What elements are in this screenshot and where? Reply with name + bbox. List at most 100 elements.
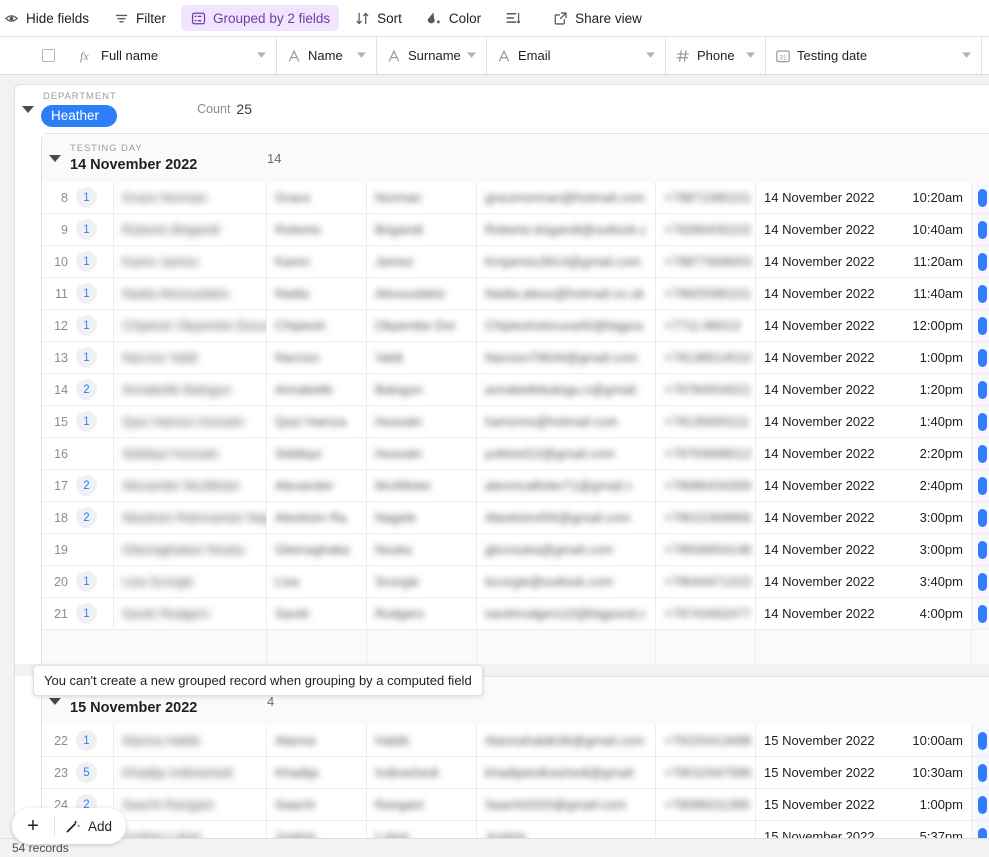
cell-full-name[interactable]: Siddiqui Hussain	[114, 438, 267, 469]
cell-testing-date[interactable]: 14 November 2022 2:20pm	[756, 438, 972, 469]
column-header-next-partial[interactable]	[982, 37, 989, 74]
column-header-email[interactable]: Email	[487, 37, 666, 74]
cell-full-name[interactable]: Roberto Brigandi	[114, 214, 267, 245]
expand-record-badge[interactable]: 1	[76, 411, 97, 432]
cell-phone[interactable]: +79086434309	[656, 470, 756, 501]
table-row[interactable]: 10 1 Karen James Karen James Kmjames3914@gmai…	[42, 246, 989, 278]
row-number-cell[interactable]: 12 1	[42, 310, 114, 341]
add-with-ai-button[interactable]: Add	[55, 818, 126, 834]
cell-next-partial[interactable]	[972, 534, 989, 565]
cell-phone[interactable]: +79138514010	[656, 342, 756, 373]
chevron-down-icon[interactable]	[254, 52, 268, 59]
group-header-day-1[interactable]: TESTING DAY 14 November 2022 14	[42, 134, 989, 182]
table-row[interactable]: 12 1 Chipiesh Okpembe Doruno Chipiesh Okpemb…	[42, 310, 989, 342]
cell-phone[interactable]: +7711-86013	[656, 310, 756, 341]
cell-email[interactable]: Chipiesholoruna40@bigpra	[477, 310, 656, 341]
cell-testing-date[interactable]: 14 November 2022 4:00pm	[756, 598, 972, 629]
cell-next-partial[interactable]	[972, 789, 989, 820]
row-number-cell[interactable]: 21 1	[42, 598, 114, 629]
cell-testing-date[interactable]: 14 November 2022 3:40pm	[756, 566, 972, 597]
cell-next-partial[interactable]	[972, 342, 989, 373]
cell-full-name[interactable]: Karen James	[114, 246, 267, 277]
cell-surname[interactable]: Indirashedi	[367, 757, 477, 788]
expand-record-badge[interactable]: 2	[76, 507, 97, 528]
cell-surname[interactable]: Hussain	[367, 406, 477, 437]
cell-surname[interactable]: Nagele	[367, 502, 477, 533]
cell-surname[interactable]: Scorgie	[367, 566, 477, 597]
add-record-button[interactable]: +	[12, 815, 54, 838]
expand-record-badge[interactable]: 1	[76, 283, 97, 304]
expand-record-badge[interactable]: 1	[76, 603, 97, 624]
column-header-testing-date[interactable]: 31 Testing date	[766, 37, 982, 74]
cell-surname[interactable]: Norman	[367, 182, 477, 213]
cell-email[interactable]: khadijaindirashedi@gmail	[477, 757, 656, 788]
cell-next-partial[interactable]	[972, 246, 989, 277]
cell-phone[interactable]: +79010347586	[656, 757, 756, 788]
cell-email[interactable]: sarahrodgers10@bigpond.c	[477, 598, 656, 629]
cell-full-name[interactable]: Narciso Valdi	[114, 342, 267, 373]
cell-full-name[interactable]: Chipiesh Okpembe Doruno	[114, 310, 267, 341]
column-header-phone[interactable]: Phone	[666, 37, 766, 74]
cell-name[interactable]: Sarah	[267, 598, 367, 629]
cell-surname[interactable]: Nsuka	[367, 534, 477, 565]
cell-email[interactable]: Kmjames3914@gmail.com	[477, 246, 656, 277]
table-row[interactable]: 16 Siddiqui Hussain Siddiqui Hussain yoktred…	[42, 438, 989, 470]
cell-email[interactable]: Narciso79634@gmail.com	[477, 342, 656, 373]
cell-next-partial[interactable]	[972, 182, 989, 213]
table-row[interactable]: 23 5 Khadija Indirashedi Khadija Indirashedi…	[42, 757, 989, 789]
cell-full-name[interactable]: Sarah Rodgers	[114, 598, 267, 629]
cell-name[interactable]: Narciso	[267, 342, 367, 373]
chevron-down-icon[interactable]	[354, 52, 368, 59]
cell-next-partial[interactable]	[972, 566, 989, 597]
table-row[interactable]: 15 1 Qazi Hamza Hussain Qazi Hamza Hussain ha…	[42, 406, 989, 438]
cell-surname[interactable]: Brigandi	[367, 214, 477, 245]
cell-testing-date[interactable]: 14 November 2022 1:00pm	[756, 342, 972, 373]
cell-full-name[interactable]: Qazi Hamza Hussain	[114, 406, 267, 437]
row-number-cell[interactable]: 23 5	[42, 757, 114, 788]
cell-testing-date[interactable]: 15 November 2022 10:00am	[756, 725, 972, 756]
cell-full-name[interactable]: Gbenaghakan Nsuka	[114, 534, 267, 565]
cell-email[interactable]: Abedoim456@gmail.com	[477, 502, 656, 533]
table-row[interactable]: 19 Gbenaghakan Nsuka Gbenaghaka Nsuka gbcnsu…	[42, 534, 989, 566]
cell-phone[interactable]: +79877608003	[656, 246, 756, 277]
cell-phone[interactable]	[656, 821, 756, 838]
cell-name[interactable]: Gbenaghaka	[267, 534, 367, 565]
row-number-cell[interactable]: 18 2	[42, 502, 114, 533]
cell-testing-date[interactable]: 14 November 2022 11:20am	[756, 246, 972, 277]
cell-testing-date[interactable]: 14 November 2022 3:00pm	[756, 502, 972, 533]
row-number-cell[interactable]: 81	[42, 182, 114, 213]
cell-testing-date[interactable]: 14 November 2022 2:40pm	[756, 470, 972, 501]
filter-button[interactable]: Filter	[104, 5, 175, 31]
row-number-cell[interactable]: 15 1	[42, 406, 114, 437]
cell-surname[interactable]: Rodgers	[367, 598, 477, 629]
table-row[interactable]: 25Justine LukasJustineLukasJustine15 Nov…	[42, 821, 989, 838]
cell-testing-date[interactable]: 14 November 2022 11:40am	[756, 278, 972, 309]
row-number-cell[interactable]: 14 2	[42, 374, 114, 405]
chevron-down-icon[interactable]	[959, 52, 973, 59]
cell-name[interactable]: Grace	[267, 182, 367, 213]
table-row[interactable]: 9 1 Roberto Brigandi Roberto Brigandi Roberto…	[42, 214, 989, 246]
table-row[interactable]: 8 1 Grace Norman Grace Norman gracenorman@hot…	[42, 182, 989, 214]
cell-next-partial[interactable]	[972, 214, 989, 245]
cell-full-name[interactable]: Abedoim Rahmanian Nagele	[114, 502, 267, 533]
cell-name[interactable]: Justine	[267, 821, 367, 838]
expand-record-badge[interactable]: 1	[76, 315, 97, 336]
cell-full-name[interactable]: Alanna Habib	[114, 725, 267, 756]
cell-next-partial[interactable]	[972, 470, 989, 501]
cell-surname[interactable]: Valdi	[367, 342, 477, 373]
cell-email[interactable]: yoktred10@gmail.com	[477, 438, 656, 469]
cell-name[interactable]: Abedoim Ra	[267, 502, 367, 533]
expand-record-badge[interactable]: 2	[76, 379, 97, 400]
cell-email[interactable]: Nadia.aleuo@hotmail.co.uk	[477, 278, 656, 309]
expand-record-badge[interactable]: 2	[76, 475, 97, 496]
chevron-down-icon[interactable]	[743, 52, 757, 59]
cell-surname[interactable]: Hussain	[367, 438, 477, 469]
expand-record-badge[interactable]: 1	[76, 187, 97, 208]
cell-surname[interactable]: Rangani	[367, 789, 477, 820]
cell-name[interactable]: Roberto	[267, 214, 367, 245]
expand-record-badge[interactable]: 1	[76, 251, 97, 272]
collapse-day2-toggle[interactable]	[42, 697, 68, 705]
share-view-button[interactable]: Share view	[543, 5, 651, 31]
cell-phone[interactable]: +79925580101	[656, 278, 756, 309]
table-row[interactable]: 18 2 Abedoim Rahmanian Nagele Abedoim Ra Nag…	[42, 502, 989, 534]
